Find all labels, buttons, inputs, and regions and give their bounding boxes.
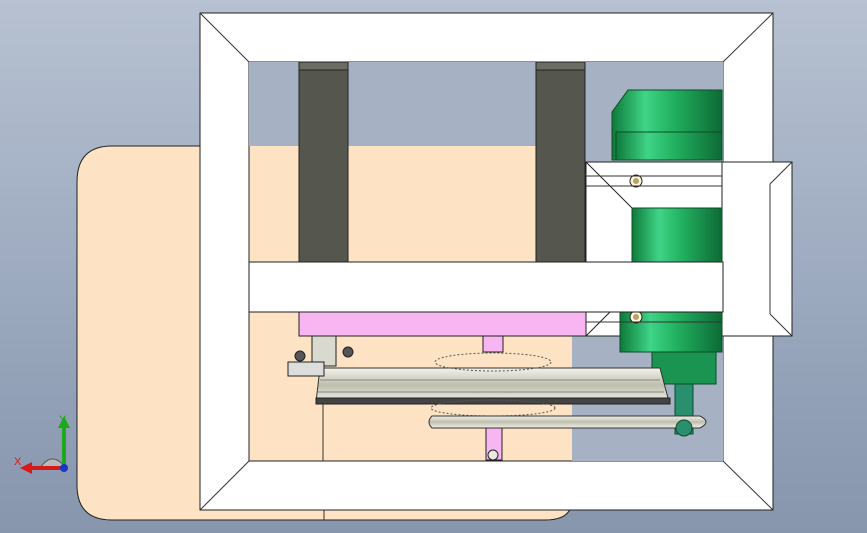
- vertical-column-right[interactable]: [535, 61, 586, 263]
- vertical-column-left[interactable]: [298, 61, 349, 263]
- axis-triad: [20, 416, 70, 474]
- cad-viewport[interactable]: [0, 0, 867, 533]
- y-axis-label: Y: [59, 414, 67, 426]
- x-axis-label: X: [14, 456, 22, 468]
- drive-belt[interactable]: [428, 415, 707, 429]
- motor-pulley[interactable]: [675, 419, 693, 437]
- cross-beam[interactable]: [248, 261, 724, 313]
- pink-plate[interactable]: [298, 311, 587, 337]
- z-axis-dot: [60, 464, 68, 472]
- large-pulley[interactable]: [315, 367, 671, 405]
